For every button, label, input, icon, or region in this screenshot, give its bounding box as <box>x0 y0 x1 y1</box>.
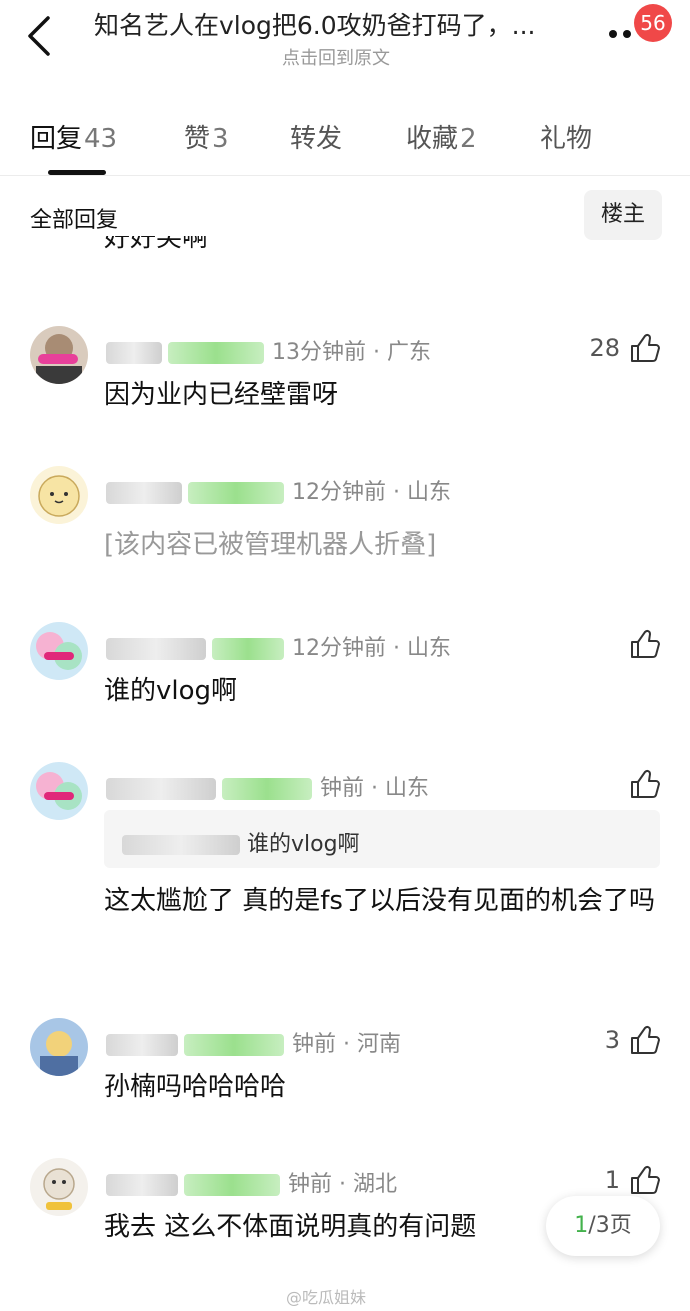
like-control[interactable]: 28 <box>589 332 660 364</box>
like-control[interactable] <box>628 628 660 660</box>
notification-badge[interactable]: 56 <box>634 4 672 42</box>
previous-comment-text: 好好笑啊 <box>104 236 209 253</box>
like-count: 1 <box>604 1166 620 1194</box>
quoted-reply[interactable]: 谁的vlog啊 <box>104 810 660 868</box>
avatar[interactable] <box>30 1018 88 1076</box>
comment-item: 12分钟前 · 山东 谁的vlog啊 <box>0 622 690 722</box>
comment-meta: 12分钟前 · 山东 <box>106 474 451 506</box>
tab-favorites[interactable]: 收藏2 <box>406 118 477 155</box>
comment-text: 因为业内已经壁雷呀 <box>104 380 339 410</box>
avatar[interactable] <box>30 622 88 680</box>
comment-meta: 钟前 · 河南 <box>106 1026 401 1058</box>
thumbs-up-icon <box>631 629 660 658</box>
user-badge-redacted <box>168 342 264 364</box>
comment-text: 这太尴尬了 真的是fs了以后没有见面的机会了吗 <box>104 886 655 916</box>
active-tab-indicator <box>48 170 106 175</box>
like-control[interactable] <box>628 768 660 800</box>
username-redacted[interactable] <box>106 1034 178 1056</box>
avatar[interactable] <box>30 1158 88 1216</box>
avatar[interactable] <box>30 466 88 524</box>
comment-text: 孙楠吗哈哈哈哈 <box>104 1072 287 1102</box>
tab-likes[interactable]: 赞3 <box>184 118 229 155</box>
watermark: @吃瓜姐妹 <box>286 1288 367 1307</box>
like-control[interactable]: 3 <box>605 1024 660 1056</box>
tab-reposts[interactable]: 转发 <box>290 118 342 155</box>
thumbs-up-icon <box>631 1025 660 1054</box>
all-replies-filter[interactable]: 全部回复 <box>30 202 118 234</box>
username-redacted[interactable] <box>106 638 206 660</box>
like-count: 28 <box>589 334 620 362</box>
thumbs-up-icon <box>631 1165 660 1194</box>
avatar[interactable] <box>30 326 88 384</box>
like-control[interactable]: 1 <box>605 1164 660 1196</box>
tab-bar: 回复43 赞3 转发 收藏2 礼物 <box>0 110 690 176</box>
tab-replies[interactable]: 回复43 <box>30 118 117 155</box>
comment-item: 钟前 · 河南 3 孙楠吗哈哈哈哈 <box>0 1018 690 1118</box>
user-badge-redacted <box>184 1034 284 1056</box>
user-badge-redacted <box>188 482 284 504</box>
top-bar: 知名艺人在vlog把6.0攻奶爸打码了，... 点击回到原文 56 <box>0 0 690 80</box>
page-indicator[interactable]: 1/3页 <box>546 1196 660 1256</box>
username-redacted[interactable] <box>106 482 182 504</box>
user-badge-redacted <box>184 1174 280 1196</box>
like-count: 3 <box>604 1026 620 1054</box>
comment-meta: 钟前 · 湖北 <box>106 1166 397 1198</box>
back-arrow-icon[interactable] <box>20 14 60 58</box>
comment-item: 12分钟前 · 山东 [该内容已被管理机器人折叠] <box>0 466 690 576</box>
comment-meta: 12分钟前 · 山东 <box>106 630 451 662</box>
comment-item: 13分钟前 · 广东 28 因为业内已经壁雷呀 <box>0 326 690 436</box>
folded-comment-text[interactable]: [该内容已被管理机器人折叠] <box>104 522 664 568</box>
comment-meta: 13分钟前 · 广东 <box>106 334 431 366</box>
thumbs-up-icon <box>631 333 660 362</box>
op-only-button[interactable]: 楼主 <box>584 190 662 240</box>
avatar[interactable] <box>30 762 88 820</box>
username-redacted[interactable] <box>106 342 162 364</box>
thumbs-up-icon <box>631 769 660 798</box>
post-title[interactable]: 知名艺人在vlog把6.0攻奶爸打码了，... <box>94 6 594 42</box>
comment-meta: 钟前 · 山东 <box>106 770 429 802</box>
tab-gifts[interactable]: 礼物 <box>540 118 592 155</box>
username-redacted[interactable] <box>106 1174 178 1196</box>
user-badge-redacted <box>222 778 312 800</box>
comment-item: 钟前 · 山东 谁的vlog啊 这太尴尬了 真的是fs了以后没有见面的机会了吗 <box>0 762 690 972</box>
user-badge-redacted <box>212 638 284 660</box>
comment-text: 谁的vlog啊 <box>104 676 238 706</box>
quoted-username-redacted <box>122 835 240 855</box>
username-redacted[interactable] <box>106 778 216 800</box>
back-to-original-link[interactable]: 点击回到原文 <box>282 44 390 70</box>
